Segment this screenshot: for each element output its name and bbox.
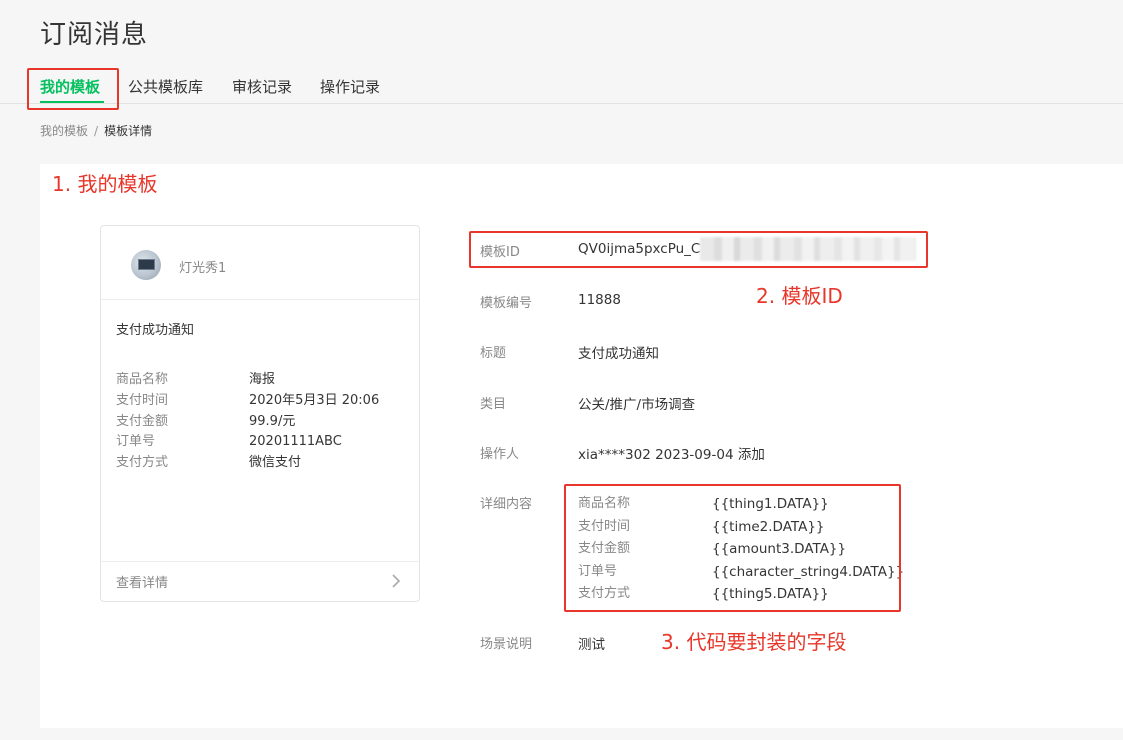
card-row-value: 20201111ABC xyxy=(249,434,342,450)
page-title: 订阅消息 xyxy=(40,20,149,50)
card-row-value: 99.9/元 xyxy=(249,413,296,429)
annotation-template-id: 2. 模板ID xyxy=(756,284,843,308)
view-details-label: 查看详情 xyxy=(116,576,169,591)
card-row-key: 支付时间 xyxy=(116,392,169,408)
field-label: 场景说明 xyxy=(480,637,533,652)
field-value: 公关/推广/市场调查 xyxy=(578,397,696,413)
highlight-box-my-templates-tab xyxy=(27,68,119,110)
account-name: 灯光秀1 xyxy=(179,261,227,276)
tab-bar: 我的模板 公共模板库 审核记录 操作记录 xyxy=(0,68,1123,104)
monitor-icon xyxy=(138,259,155,270)
field-label: 标题 xyxy=(480,346,507,361)
card-row-key: 支付金额 xyxy=(116,413,169,429)
avatar xyxy=(131,250,161,280)
view-details-link[interactable]: 查看详情 xyxy=(101,561,419,601)
card-row: 订单号 20201111ABC xyxy=(116,432,379,453)
card-row: 支付金额 99.9/元 xyxy=(116,412,379,433)
breadcrumb-separator: / xyxy=(94,124,99,138)
card-row-key: 订单号 xyxy=(116,434,156,450)
breadcrumb-current: 模板详情 xyxy=(104,124,153,138)
card-row-value: 2020年5月3日 20:06 xyxy=(249,392,380,408)
card-row: 商品名称 海报 xyxy=(116,370,379,391)
annotation-fields: 3. 代码要封装的字段 xyxy=(661,630,847,654)
chevron-right-icon xyxy=(392,574,401,588)
breadcrumb: 我的模板 / 模板详情 xyxy=(40,122,152,139)
highlight-box-template-id xyxy=(469,231,928,268)
field-label: 类目 xyxy=(480,397,507,412)
card-row-key: 商品名称 xyxy=(116,372,169,387)
breadcrumb-parent-link[interactable]: 我的模板 xyxy=(40,124,88,138)
field-value: 支付成功通知 xyxy=(578,346,659,362)
card-message-title: 支付成功通知 xyxy=(116,323,195,338)
card-header: 灯光秀1 xyxy=(101,226,419,300)
field-label: 模板编号 xyxy=(480,296,533,311)
card-row-value: 微信支付 xyxy=(249,455,302,470)
tab-operation-records[interactable]: 操作记录 xyxy=(320,76,380,97)
field-value: xia****302 2023-09-04 添加 xyxy=(578,447,765,463)
field-value: 测试 xyxy=(578,637,605,653)
card-rows: 商品名称 海报 支付时间 2020年5月3日 20:06 支付金额 99.9/元 订单… xyxy=(116,370,379,474)
detail-panel: 1. 我的模板 灯光秀1 支付成功通知 商品名称 海报 支付时间 2020年5月3日… xyxy=(40,164,1123,728)
card-row: 支付方式 微信支付 xyxy=(116,453,379,474)
message-preview-card: 灯光秀1 支付成功通知 商品名称 海报 支付时间 2020年5月3日 20:06 支… xyxy=(100,225,420,602)
card-row-key: 支付方式 xyxy=(116,455,169,470)
card-row: 支付时间 2020年5月3日 20:06 xyxy=(116,391,379,412)
annotation-my-template: 1. 我的模板 xyxy=(52,172,158,196)
tab-public-template-library[interactable]: 公共模板库 xyxy=(128,76,203,97)
card-row-value: 海报 xyxy=(249,372,276,387)
field-value: 11888 xyxy=(578,292,621,308)
tab-review-records[interactable]: 审核记录 xyxy=(232,76,292,97)
highlight-box-detail-fields xyxy=(564,484,901,612)
field-label: 详细内容 xyxy=(480,497,533,512)
field-label: 操作人 xyxy=(480,447,520,462)
